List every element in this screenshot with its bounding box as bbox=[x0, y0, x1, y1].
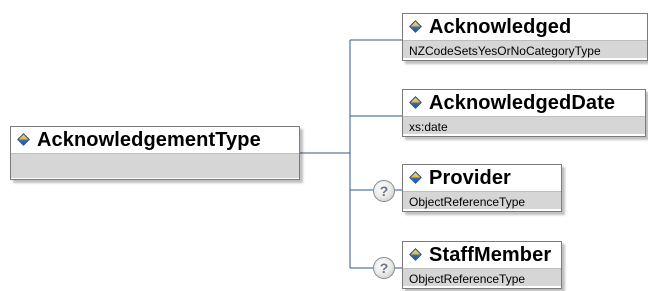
child-title: Provider bbox=[429, 167, 511, 189]
child-node-staffmember[interactable]: StaffMember ObjectReferenceType bbox=[402, 241, 562, 289]
child-title: StaffMember bbox=[429, 244, 552, 266]
child-title-row: Acknowledged bbox=[403, 14, 647, 40]
root-title-row: AcknowledgementType bbox=[11, 127, 299, 153]
child-title: Acknowledged bbox=[429, 16, 572, 38]
child-title-row: AcknowledgedDate bbox=[403, 90, 645, 116]
element-diamond-icon bbox=[409, 20, 423, 34]
child-node-provider[interactable]: Provider ObjectReferenceType bbox=[402, 164, 562, 212]
element-diamond-icon bbox=[409, 96, 423, 110]
element-diamond-icon bbox=[17, 133, 31, 147]
root-node[interactable]: AcknowledgementType bbox=[10, 126, 300, 180]
child-type: ObjectReferenceType bbox=[403, 191, 561, 209]
child-node-acknowledged[interactable]: Acknowledged NZCodeSetsYesOrNoCategoryTy… bbox=[402, 13, 648, 61]
element-diamond-icon bbox=[409, 248, 423, 262]
root-type-area bbox=[11, 153, 299, 178]
optional-question-icon: ? bbox=[373, 257, 395, 279]
child-type: ObjectReferenceType bbox=[403, 268, 561, 286]
element-diamond-icon bbox=[409, 171, 423, 185]
root-title: AcknowledgementType bbox=[37, 129, 261, 151]
child-type: NZCodeSetsYesOrNoCategoryType bbox=[403, 40, 647, 58]
child-title: AcknowledgedDate bbox=[429, 92, 616, 114]
optional-question-icon: ? bbox=[373, 180, 395, 202]
child-title-row: Provider bbox=[403, 165, 561, 191]
child-type: xs:date bbox=[403, 116, 645, 134]
child-title-row: StaffMember bbox=[403, 242, 561, 268]
child-node-acknowledgeddate[interactable]: AcknowledgedDate xs:date bbox=[402, 89, 646, 137]
schema-diagram: AcknowledgementType Acknowledged NZCodeS… bbox=[0, 0, 648, 291]
